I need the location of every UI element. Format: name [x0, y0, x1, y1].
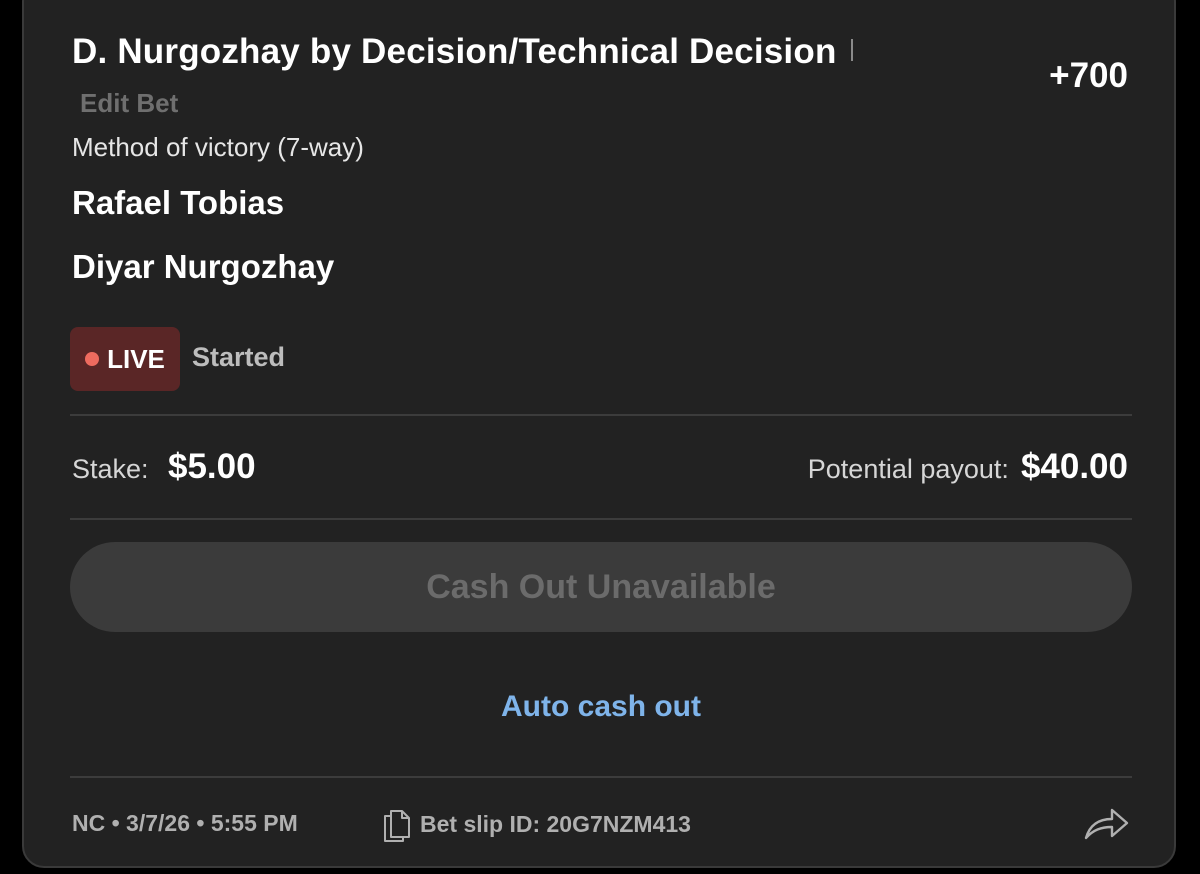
- edit-bet-link[interactable]: Edit Bet: [80, 88, 178, 119]
- bet-selection-title: D. Nurgozhay by Decision/Technical Decis…: [72, 32, 853, 72]
- cash-out-button[interactable]: Cash Out Unavailable: [70, 542, 1132, 632]
- bet-card: D. Nurgozhay by Decision/Technical Decis…: [22, 0, 1176, 868]
- payout-value: $40.00: [1020, 447, 1128, 486]
- bet-odds: +700: [1049, 56, 1128, 95]
- event-status: Started: [192, 342, 286, 372]
- stake-label: Stake:: [72, 454, 149, 484]
- bet-slip-id-text: Bet slip ID: 20G7NZM413: [420, 810, 691, 837]
- live-badge: LIVE: [70, 327, 180, 391]
- competitor-one: Rafael Tobias: [72, 184, 285, 221]
- divider: [70, 414, 1132, 416]
- market-name: Method of victory (7-way): [72, 132, 364, 162]
- bet-slip-id[interactable]: Bet slip ID: 20G7NZM413: [382, 806, 691, 842]
- live-label: LIVE: [107, 343, 165, 374]
- competitor-two: Diyar Nurgozhay: [72, 248, 335, 285]
- bet-meta-info: NC • 3/7/26 • 5:55 PM: [72, 810, 298, 836]
- document-icon: [384, 810, 410, 842]
- live-dot-icon: [85, 352, 100, 366]
- potential-payout: Potential payout: $40.00: [808, 447, 1128, 487]
- text-overflow-indicator: [850, 39, 853, 61]
- share-icon[interactable]: [1082, 804, 1130, 844]
- divider: [70, 776, 1132, 778]
- auto-cash-out-link[interactable]: Auto cash out: [24, 690, 1178, 724]
- stake-value: $5.00: [168, 447, 256, 486]
- divider: [70, 518, 1132, 520]
- payout-label: Potential payout:: [807, 454, 1009, 484]
